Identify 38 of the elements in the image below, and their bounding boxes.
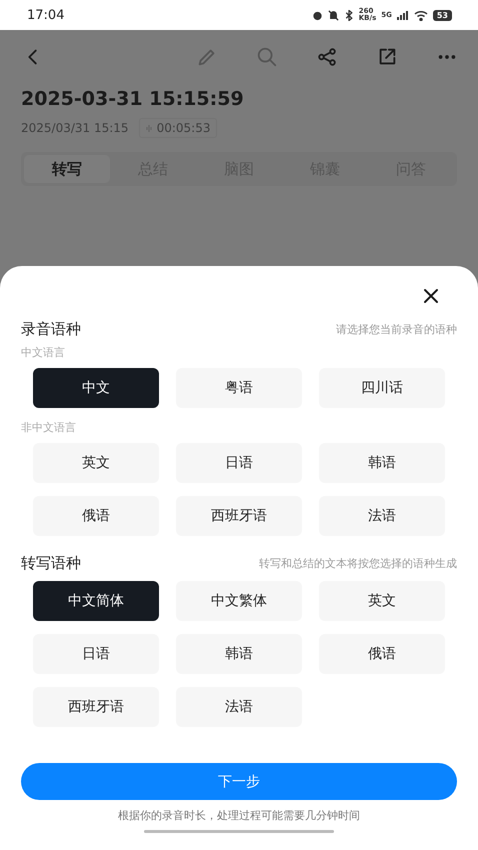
footnote: 根据你的录音时长，处理过程可能需要几分钟时间: [117, 808, 361, 823]
group-label: 中文语言: [21, 345, 66, 360]
group-label: 非中文语言: [21, 420, 77, 435]
language-option[interactable]: 日语: [176, 443, 302, 483]
language-option[interactable]: 粤语: [176, 368, 302, 408]
language-option[interactable]: 韩语: [319, 443, 445, 483]
alarm-icon: [312, 10, 323, 20]
language-option[interactable]: 俄语: [319, 634, 445, 674]
share-icon[interactable]: [316, 46, 338, 68]
waveform-icon: [146, 124, 152, 132]
tab[interactable]: 转写: [24, 155, 110, 183]
language-option[interactable]: 中文: [33, 368, 159, 408]
section-title: 转写语种: [21, 554, 81, 573]
language-option[interactable]: 西班牙语: [33, 687, 159, 727]
language-option[interactable]: 俄语: [33, 496, 159, 536]
duration-text: 00:05:53: [156, 121, 210, 135]
language-option[interactable]: 四川话: [319, 368, 445, 408]
language-option[interactable]: 中文繁体: [176, 581, 302, 621]
language-option[interactable]: 法语: [176, 687, 302, 727]
section-hint: 请选择您当前录音的语种: [336, 322, 457, 337]
language-option[interactable]: 中文简体: [33, 581, 159, 621]
bluetooth-icon: [344, 10, 354, 20]
status-time: 17:04: [27, 8, 64, 22]
language-option[interactable]: 日语: [33, 634, 159, 674]
section-title: 录音语种: [21, 320, 81, 339]
recording-date: 2025/03/31 15:15: [21, 121, 129, 135]
battery-level: 53: [432, 10, 452, 20]
language-option[interactable]: 英文: [33, 443, 159, 483]
section-hint: 转写和总结的文本将按您选择的语种生成: [259, 556, 457, 571]
wifi-icon: [414, 10, 428, 20]
next-button[interactable]: 下一步: [21, 763, 457, 800]
signal-icon: [396, 10, 409, 20]
language-option[interactable]: 法语: [319, 496, 445, 536]
language-option[interactable]: 韩语: [176, 634, 302, 674]
language-option[interactable]: 西班牙语: [176, 496, 302, 536]
mute-icon: [328, 10, 339, 20]
language-option[interactable]: 英文: [319, 581, 445, 621]
recording-title: 2025-03-31 15:15:59: [20, 88, 245, 110]
